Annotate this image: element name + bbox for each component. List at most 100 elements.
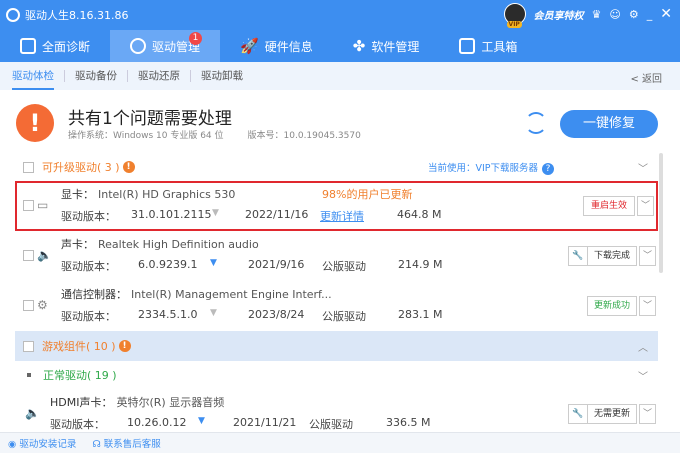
notification-badge: 1 — [189, 32, 203, 45]
version-dropdown-icon[interactable]: ▼ — [198, 416, 205, 426]
subtab-check[interactable]: 驱动体检 — [12, 70, 65, 90]
version-label: 驱动版本： — [50, 418, 105, 431]
row-checkbox[interactable] — [23, 200, 34, 211]
driver-date: 2022/11/16 — [245, 208, 309, 221]
help-icon[interactable]: ? — [542, 162, 554, 175]
chevron-down-icon[interactable]: ﹀ — [637, 196, 654, 216]
bottom-bar: ◉ 驱动安装记录 ☊ 联系售后客服 — [0, 432, 680, 453]
app-logo-icon — [6, 8, 20, 22]
driver-title: 通信控制器： Intel(R) Management Engine Interf.… — [61, 286, 332, 302]
section-upgradable[interactable]: 可升级驱动( 3 )! 当前使用：VIP下载服务器? ﹀ — [15, 153, 658, 181]
driver-date: 2023/8/24 — [248, 308, 305, 321]
driver-name: 英特尔(R) 显示器音频 — [116, 396, 225, 409]
subtab-uninstall[interactable]: 驱动卸载 — [191, 70, 253, 82]
tab-label: 全面诊断 — [42, 39, 91, 54]
vip-badge: VIP — [506, 21, 522, 28]
monitor-icon — [20, 38, 36, 54]
driver-type: 声卡： — [61, 238, 94, 251]
warning-icon: ! — [16, 104, 54, 142]
version-value: 10.26.0.12 — [127, 416, 187, 429]
driver-row: ⚙ 通信控制器： Intel(R) Management Engine Inter… — [15, 281, 658, 331]
section-title: 正常驱动( 19 ) — [43, 369, 117, 382]
title-bar: 驱动人生8.16.31.86 VIP 会员享特权 ♛ ☺ ⚙ _ ✕ — [0, 0, 680, 30]
server-info[interactable]: 当前使用：VIP下载服务器? — [428, 160, 554, 175]
driver-source: 公版驱动 — [309, 418, 353, 431]
member-link[interactable]: 会员享特权 — [534, 7, 584, 22]
version-dropdown-icon[interactable]: ▼ — [210, 258, 217, 268]
tab-software[interactable]: ✤ 软件管理 — [333, 30, 440, 62]
crown-icon[interactable]: ♛ — [592, 8, 602, 21]
section-checkbox[interactable] — [23, 340, 34, 352]
version-value: 6.0.9239.1 — [138, 258, 198, 271]
wrench-icon[interactable]: 🔧 — [568, 404, 588, 424]
no-update-button[interactable]: 无需更新 — [587, 404, 637, 424]
close-icon[interactable]: ✕ — [660, 6, 672, 22]
driver-title: HDMI声卡： 英特尔(R) 显示器音频 — [50, 394, 224, 410]
driver-date: 2021/9/16 — [248, 258, 305, 271]
driver-row: 🔈 HDMI声卡： 英特尔(R) 显示器音频 驱动版本： 10.26.0.12 ▼… — [15, 389, 658, 433]
system-info: 操作系统：Windows 10 专业版 64 位 版本号：10.0.19045.3… — [68, 128, 385, 141]
wrench-icon[interactable]: 🔧 — [568, 246, 588, 266]
minimize-icon[interactable]: _ — [647, 8, 653, 21]
driver-name: Intel(R) HD Graphics 530 — [98, 188, 236, 201]
subtab-backup[interactable]: 驱动备份 — [65, 70, 128, 82]
update-success-button[interactable]: 更新成功 — [587, 296, 637, 316]
install-record-link[interactable]: ◉ 驱动安装记录 — [8, 436, 76, 450]
update-details-link[interactable]: 更新详情 — [320, 208, 364, 224]
feedback-icon[interactable]: ☺ — [609, 8, 620, 21]
tab-diagnose[interactable]: 全面诊断 — [0, 30, 110, 62]
driver-row: 🔈 声卡： Realtek High Definition audio 驱动版本：… — [15, 231, 658, 281]
back-button[interactable]: < 返回 — [630, 70, 662, 85]
version-dropdown-icon[interactable]: ▼ — [210, 308, 217, 318]
gear-icon[interactable]: ⚙ — [629, 8, 639, 21]
chevron-up-icon[interactable]: ︿ — [638, 339, 648, 354]
alert-icon: ! — [118, 340, 131, 352]
driver-type: 通信控制器： — [61, 288, 127, 301]
tab-driver-manage[interactable]: 驱动管理 1 — [110, 30, 221, 62]
tab-hardware[interactable]: 🚀 硬件信息 — [220, 30, 333, 62]
one-click-fix-button[interactable]: 一键修复 — [560, 110, 658, 138]
speaker-icon: 🔈 — [25, 406, 40, 420]
speaker-icon: 🔈 — [37, 248, 52, 262]
support-link[interactable]: ☊ 联系售后客服 — [92, 436, 160, 450]
driver-size: 283.1 M — [398, 308, 443, 321]
driver-type: 显卡： — [61, 188, 94, 201]
row-checkbox[interactable] — [23, 250, 34, 261]
version-info: 版本号：10.0.19045.3570 — [247, 131, 361, 141]
section-title: 可升级驱动( 3 ) — [42, 161, 120, 174]
os-info: 操作系统：Windows 10 专业版 64 位 — [68, 131, 224, 141]
section-checkbox[interactable] — [23, 161, 34, 173]
rocket-icon: 🚀 — [240, 37, 259, 55]
driver-name: Intel(R) Management Engine Interf... — [131, 288, 332, 301]
version-label: 驱动版本： — [61, 210, 116, 223]
summary-title: 共有1个问题需要处理 — [68, 109, 232, 129]
refresh-icon[interactable] — [525, 112, 547, 134]
tab-toolbox[interactable]: 工具箱 — [439, 30, 537, 62]
scrollbar[interactable] — [659, 153, 663, 273]
install-record-label: 驱动安装记录 — [19, 439, 77, 450]
driver-title: 声卡： Realtek High Definition audio — [61, 236, 259, 252]
subtab-restore[interactable]: 驱动还原 — [128, 70, 191, 82]
section-games[interactable]: 游戏组件( 10 )! ︿ — [15, 331, 658, 361]
chevron-down-icon[interactable]: ﹀ — [639, 246, 656, 266]
update-rate: 98%的用户已更新 — [322, 188, 413, 201]
tab-label: 软件管理 — [371, 39, 420, 54]
restart-button[interactable]: 重启生效 — [583, 196, 635, 216]
chevron-down-icon[interactable]: ﹀ — [639, 404, 656, 424]
driver-source: 公版驱动 — [322, 260, 366, 273]
chevron-down-icon[interactable]: ﹀ — [638, 160, 648, 175]
driver-title: 显卡： Intel(R) HD Graphics 530 — [61, 186, 235, 202]
driver-size: 214.9 M — [398, 258, 443, 271]
section-normal[interactable]: 正常驱动( 19 ) ﹀ — [15, 361, 658, 389]
chevron-down-icon[interactable]: ﹀ — [638, 368, 648, 383]
row-checkbox[interactable] — [23, 300, 34, 311]
apps-icon: ✤ — [352, 37, 366, 55]
version-value: 31.0.101.2115 — [131, 208, 212, 221]
graphics-card-icon: ▭ — [37, 198, 49, 212]
chevron-down-icon[interactable]: ﹀ — [639, 296, 656, 316]
driver-source: 公版驱动 — [322, 310, 366, 323]
avatar[interactable]: VIP — [503, 3, 526, 28]
version-dropdown-icon[interactable]: ▼ — [212, 208, 219, 218]
download-done-button[interactable]: 下载完成 — [587, 246, 637, 266]
driver-size: 336.5 M — [386, 416, 431, 429]
